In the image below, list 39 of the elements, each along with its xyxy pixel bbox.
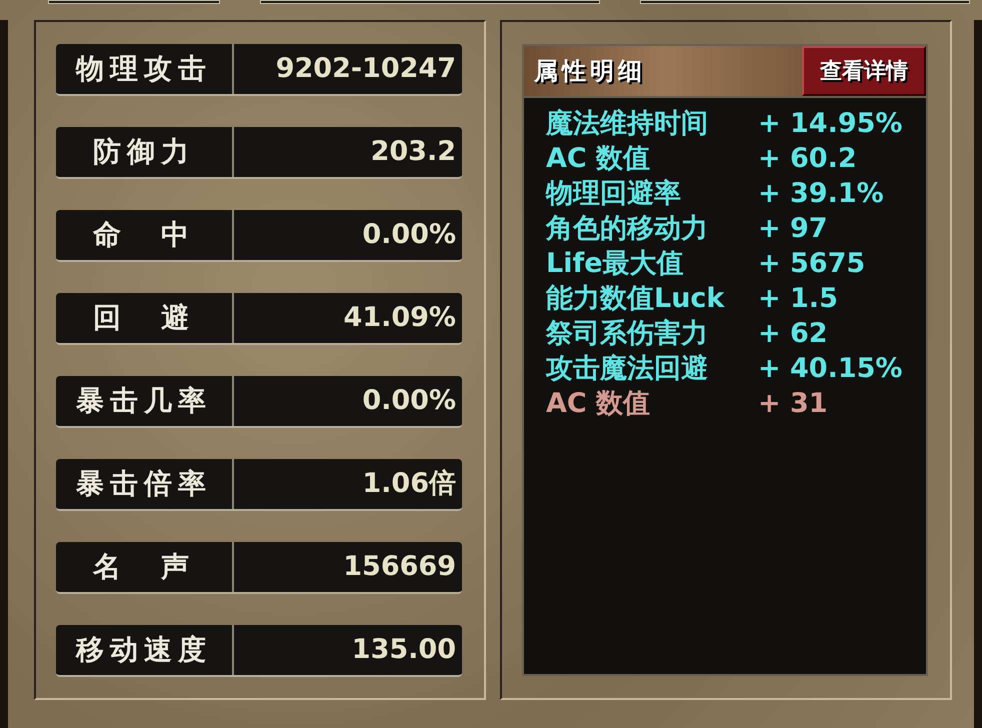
details-title: 属性明细 [524, 46, 802, 96]
stat-label: 名 声 [56, 542, 234, 592]
attribute-bonus: + 97 [758, 215, 829, 242]
stat-value: 0.00% [361, 218, 457, 252]
attribute-bonus: + 60.2 [758, 145, 858, 172]
attribute-name: 魔法维持时间 [546, 110, 709, 137]
attribute-bonus: + 62 [758, 320, 829, 347]
attribute-name: 物理回避率 [546, 180, 682, 207]
stat-label: 移动速度 [56, 625, 234, 675]
stat-label: 暴击倍率 [56, 459, 234, 509]
attribute-name: 祭司系伤害力 [546, 320, 709, 347]
attribute-bonus: + 1.5 [758, 285, 839, 312]
attribute-name: AC 数值 [546, 390, 652, 417]
tab-edge[interactable] [260, 0, 600, 4]
stat-label: 暴击几率 [56, 376, 234, 426]
stat-value: 203.2 [370, 134, 457, 169]
attribute-bonus: + 14.95% [758, 110, 904, 137]
stat-label: 回 避 [56, 293, 234, 343]
attribute-name: AC 数值 [546, 145, 652, 172]
attribute-name: Life最大值 [546, 250, 685, 277]
stat-value: 0.00% [361, 384, 457, 418]
attribute-bonus: + 39.1% [758, 180, 885, 207]
stat-label: 物理攻击 [56, 44, 234, 94]
stat-value: 135.00 [350, 632, 457, 667]
stat-label: 命 中 [56, 210, 234, 260]
stat-value: 1.06倍 [361, 466, 457, 501]
view-details-button[interactable]: 查看详情 [802, 46, 926, 96]
attribute-name: 角色的移动力 [546, 215, 709, 242]
attribute-name: 能力数值Luck [546, 285, 726, 312]
stat-value: 41.09% [342, 300, 457, 335]
stat-label: 防御力 [56, 127, 234, 177]
stat-value: 156669 [342, 550, 457, 584]
tab-edge[interactable] [48, 0, 220, 4]
attribute-bonus: + 5675 [758, 250, 866, 277]
tab-edge[interactable] [640, 0, 970, 4]
attribute-bonus: + 31 [758, 390, 829, 417]
attribute-bonus: + 40.15% [758, 355, 904, 382]
stat-value: 9202-10247 [274, 52, 457, 86]
attribute-name: 攻击魔法回避 [546, 355, 709, 382]
